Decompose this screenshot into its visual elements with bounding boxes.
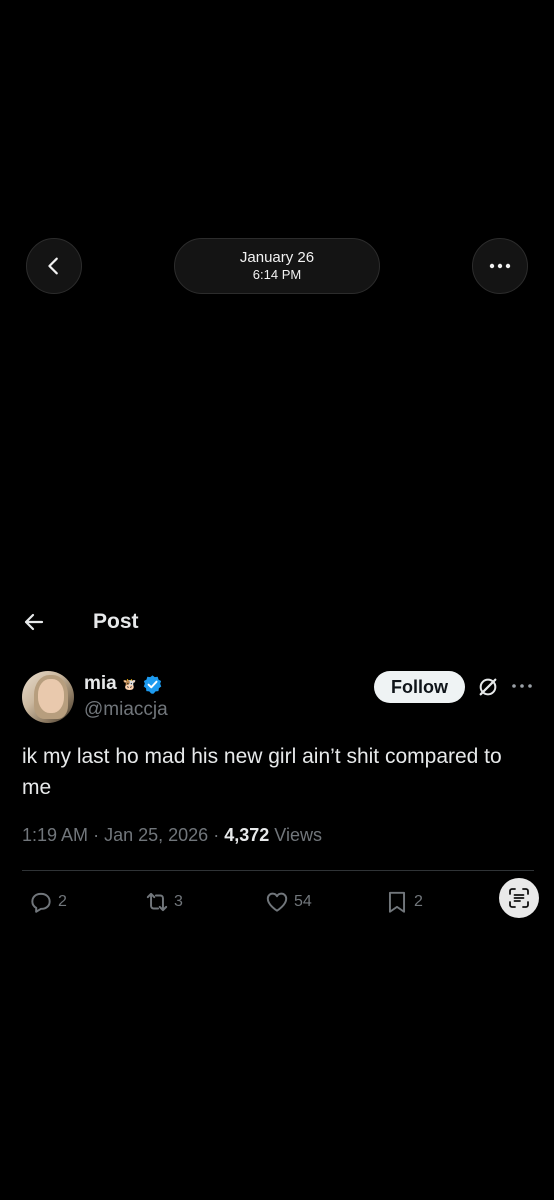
avatar[interactable]: [22, 671, 74, 723]
bookmark-button[interactable]: 2: [384, 889, 423, 915]
bookmark-count: 2: [414, 893, 423, 910]
viewer-more-button[interactable]: [472, 238, 528, 294]
reply-count: 2: [58, 893, 67, 910]
divider: [22, 870, 534, 871]
tweet-time[interactable]: 1:19 AM: [22, 825, 88, 845]
reply-icon: [31, 892, 51, 913]
text-scan-icon: [509, 888, 529, 908]
more-horizontal-icon: [489, 263, 511, 269]
viewer-back-button[interactable]: [26, 238, 82, 294]
like-count: 54: [294, 893, 312, 910]
tweet-meta: 1:19 AM · Jan 25, 2026 · 4,372 Views: [22, 825, 322, 846]
like-button[interactable]: 54: [264, 889, 312, 915]
viewer-time: 6:14 PM: [252, 267, 302, 282]
author-handle[interactable]: @miaccja: [84, 699, 168, 721]
author-name-row[interactable]: mia 🐮: [84, 673, 163, 695]
text-scan-button[interactable]: [499, 878, 539, 918]
repost-count: 3: [174, 893, 183, 910]
views-count: 4,372: [224, 825, 270, 845]
chevron-left-icon: [48, 257, 58, 275]
follow-button[interactable]: Follow: [374, 671, 465, 703]
viewer-date-pill: January 26 6:14 PM: [174, 238, 380, 294]
viewer-date: January 26: [239, 249, 315, 266]
reply-button[interactable]: 2: [28, 889, 67, 915]
page-title: Post: [93, 610, 139, 633]
tweet-text: ik my last ho mad his new girl ain’t shi…: [22, 745, 502, 799]
repost-icon: [146, 892, 168, 912]
name-emoji: 🐮: [122, 678, 137, 691]
tweet-date[interactable]: Jan 25, 2026: [104, 825, 208, 845]
like-icon: [266, 892, 288, 912]
arrow-left-icon[interactable]: [22, 610, 46, 634]
views-label: Views: [274, 825, 322, 845]
post-header: Post: [0, 604, 554, 640]
more-horizontal-icon[interactable]: [511, 679, 533, 693]
bookmark-icon: [388, 891, 406, 913]
verified-badge-icon[interactable]: [142, 674, 163, 695]
meta-separator: ·: [93, 825, 100, 845]
grok-icon[interactable]: [477, 676, 499, 698]
repost-button[interactable]: 3: [144, 889, 183, 915]
meta-separator: ·: [213, 825, 220, 845]
display-name[interactable]: mia: [84, 673, 117, 695]
